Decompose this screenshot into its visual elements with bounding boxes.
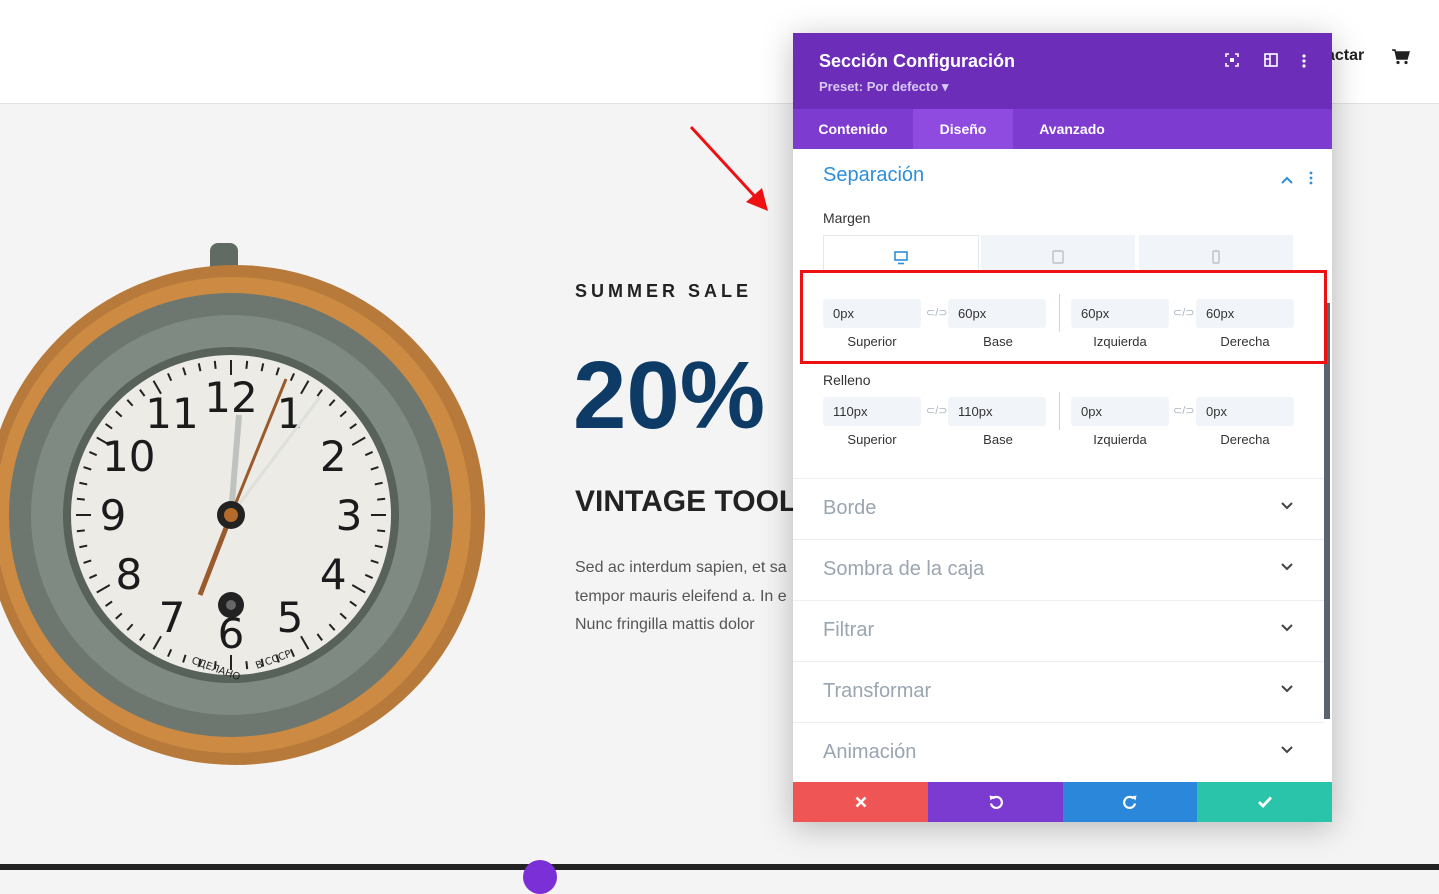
chevron-down-icon xyxy=(1281,624,1293,632)
section-settings-panel: Sección Configuración Preset: Por defect… xyxy=(793,33,1332,822)
clock-tick xyxy=(377,497,386,501)
phone-tab[interactable] xyxy=(1139,235,1293,273)
clock-tick xyxy=(76,529,85,533)
accordion-animation[interactable]: Animación xyxy=(793,722,1324,784)
tablet-icon xyxy=(1052,250,1064,264)
accordion-border[interactable]: Borde xyxy=(793,478,1324,540)
padding-left-caption: Izquierda xyxy=(1093,432,1147,447)
more-vertical-icon[interactable] xyxy=(1301,53,1307,74)
link-icon[interactable]: ⊂/⊃ xyxy=(1173,404,1195,417)
padding-left-input[interactable]: 0px xyxy=(1071,397,1169,426)
section-tools xyxy=(1280,171,1314,190)
padding-label: Relleno xyxy=(823,372,871,388)
padding-right-input[interactable]: 0px xyxy=(1196,397,1294,426)
focus-icon[interactable] xyxy=(1225,53,1239,72)
accordion-transform[interactable]: Transformar xyxy=(793,661,1324,723)
discount-headline: 20% xyxy=(573,342,766,449)
section-title-spacing[interactable]: Separación xyxy=(823,164,924,187)
padding-top-input[interactable]: 110px xyxy=(823,397,921,426)
accordion-label: Filtrar xyxy=(823,619,875,641)
clock-number: 7 xyxy=(159,593,186,642)
clock-tick xyxy=(245,360,249,369)
accordion-label: Sombra de la caja xyxy=(823,558,985,580)
hero-eyebrow: SUMMER SALE xyxy=(575,281,753,301)
chevron-down-icon xyxy=(1281,502,1293,510)
clock-number: 8 xyxy=(115,550,142,599)
accordion-box-shadow[interactable]: Sombra de la caja xyxy=(793,539,1324,601)
accordion-label: Borde xyxy=(823,497,877,519)
body-line: Sed ac interdum sapien, et sa xyxy=(575,559,787,576)
clock-tick xyxy=(245,661,249,670)
panel-title: Sección Configuración xyxy=(819,51,1016,71)
panel-scrollbar[interactable] xyxy=(1324,303,1330,719)
clock-tick xyxy=(76,497,85,501)
clock-number: 4 xyxy=(320,550,347,599)
divider xyxy=(1059,392,1060,430)
add-module-button[interactable] xyxy=(523,860,557,894)
chevron-down-icon xyxy=(1281,685,1293,693)
link-icon[interactable]: ⊂/⊃ xyxy=(926,404,948,417)
chevron-down-icon xyxy=(1281,746,1293,754)
annotation-highlight-box xyxy=(800,270,1327,364)
preset-dropdown[interactable]: Preset: Por defecto ▾ xyxy=(819,79,948,95)
tab-contenido[interactable]: Contenido xyxy=(793,109,913,149)
footer-bar xyxy=(0,864,1439,870)
accordion-filter[interactable]: Filtrar xyxy=(793,600,1324,662)
clock-tick xyxy=(377,529,386,533)
undo-button[interactable] xyxy=(928,782,1063,822)
device-tabs xyxy=(823,235,1295,273)
padding-top-caption: Superior xyxy=(847,432,897,447)
clock-number: 5 xyxy=(277,593,304,642)
clock-number: 3 xyxy=(336,491,363,540)
layout-icon[interactable] xyxy=(1264,53,1278,72)
hero-body-text: Sed ac interdum sapien, et sa tempor mau… xyxy=(575,554,805,640)
clock-number: 2 xyxy=(320,432,347,481)
desktop-tab[interactable] xyxy=(823,235,979,273)
phone-icon xyxy=(1212,250,1220,264)
clock-tick xyxy=(213,360,217,369)
cart-icon[interactable] xyxy=(1392,49,1410,65)
clock-number: 11 xyxy=(145,389,198,438)
desktop-icon xyxy=(894,251,908,265)
tab-diseno[interactable]: Diseño xyxy=(913,109,1013,149)
panel-tabs: Contenido Diseño Avanzado xyxy=(793,109,1332,149)
body-line: tempor mauris eleifend a. In e xyxy=(575,587,787,605)
accordion-label: Transformar xyxy=(823,680,932,702)
close-icon xyxy=(855,796,866,808)
more-vertical-icon[interactable] xyxy=(1308,171,1314,185)
padding-bottom-caption: Base xyxy=(983,432,1013,447)
redo-button[interactable] xyxy=(1063,782,1197,822)
clock-number: 12 xyxy=(204,373,257,422)
padding-right-caption: Derecha xyxy=(1220,432,1270,447)
tab-avanzado[interactable]: Avanzado xyxy=(1013,109,1131,149)
chevron-down-icon xyxy=(1281,563,1293,571)
padding-bottom-input[interactable]: 110px xyxy=(948,397,1046,426)
clock-image: 12 1234567891011 СДЕЛАНО В СССР xyxy=(0,243,485,765)
margin-label: Margen xyxy=(823,210,871,226)
save-button[interactable] xyxy=(1197,782,1332,822)
hero-heading: VINTAGE TOOL xyxy=(575,485,798,518)
clock-number: 10 xyxy=(102,432,155,481)
clock-number: 9 xyxy=(100,491,127,540)
cancel-button[interactable] xyxy=(793,782,928,822)
panel-header[interactable]: Sección Configuración Preset: Por defect… xyxy=(793,33,1332,109)
undo-icon xyxy=(989,795,1003,809)
tablet-tab[interactable] xyxy=(981,235,1135,273)
annotation-arrow xyxy=(689,125,768,211)
redo-icon xyxy=(1123,795,1137,809)
chevron-up-icon[interactable] xyxy=(1280,175,1294,185)
accordion-label: Animación xyxy=(823,741,917,763)
check-icon xyxy=(1257,796,1272,808)
panel-actions xyxy=(793,782,1332,822)
body-line: Nunc fringilla mattis dolor xyxy=(575,616,755,633)
